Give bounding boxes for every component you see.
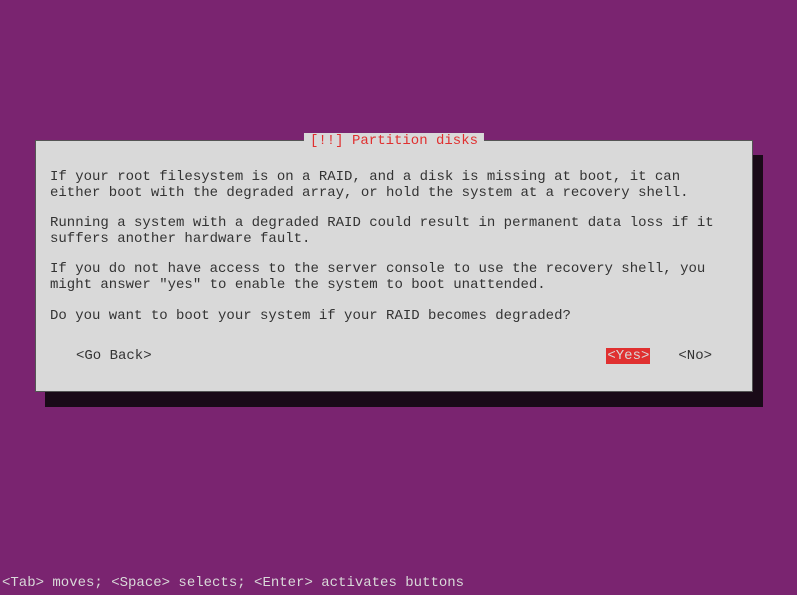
paragraph-2: Running a system with a degraded RAID co… [50, 215, 738, 247]
dialog-content: If your root filesystem is on a RAID, an… [36, 141, 752, 378]
paragraph-3: If you do not have access to the server … [50, 261, 738, 293]
title-prefix: [!!] [310, 133, 344, 149]
button-row: <Go Back> <Yes> <No> [50, 348, 738, 364]
paragraph-1: If your root filesystem is on a RAID, an… [50, 169, 738, 201]
question-text: Do you want to boot your system if your … [50, 308, 738, 324]
partition-dialog: [!!] Partition disks If your root filesy… [35, 140, 753, 392]
footer-help: <Tab> moves; <Space> selects; <Enter> ac… [2, 575, 464, 591]
dialog-title: [!!] Partition disks [304, 133, 484, 149]
yes-button[interactable]: <Yes> [606, 348, 650, 364]
button-right-group: <Yes> <No> [606, 348, 712, 364]
title-text: Partition disks [352, 133, 478, 149]
go-back-button[interactable]: <Go Back> [76, 348, 152, 364]
no-button[interactable]: <No> [678, 348, 712, 364]
